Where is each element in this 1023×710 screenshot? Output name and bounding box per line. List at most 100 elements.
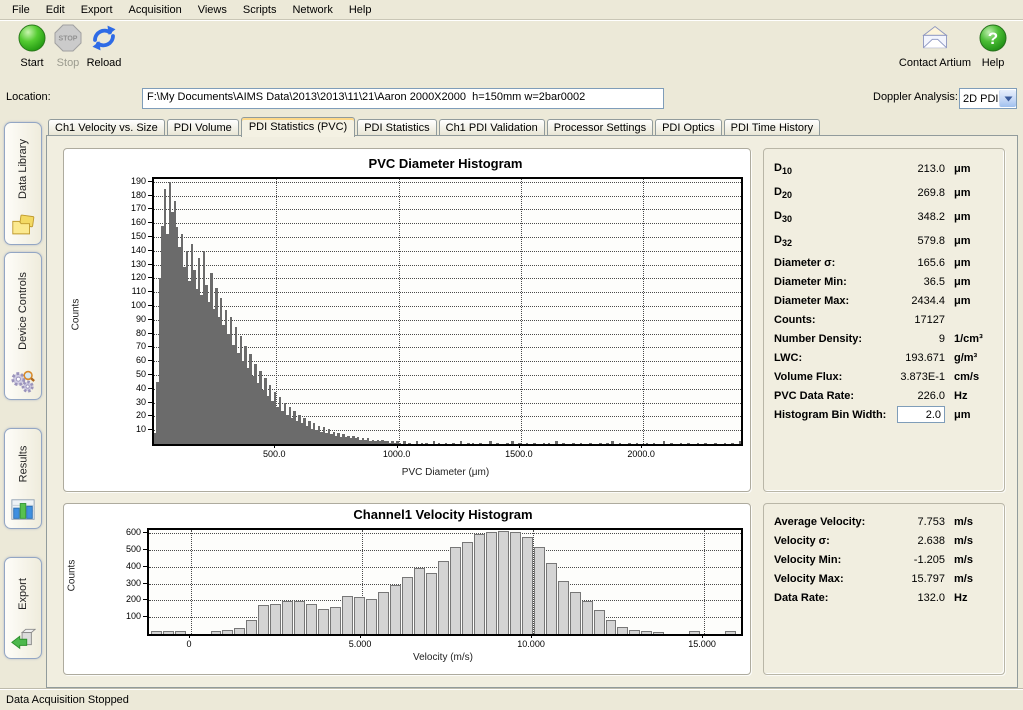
stat-unit: Hz: [945, 592, 994, 604]
menu-item-edit[interactable]: Edit: [38, 2, 73, 18]
tab-pdi-optics[interactable]: PDI Optics: [655, 119, 722, 136]
x-tick-label: 15.000: [672, 639, 732, 649]
gridline-h: [154, 347, 741, 348]
stat-label: PVC Data Rate:: [774, 390, 881, 402]
help-button[interactable]: ? Help: [970, 23, 1016, 69]
location-input[interactable]: F:\My Documents\AIMS Data\2013\2013\11\2…: [142, 88, 664, 109]
tab-ch1-velocity-vs-size[interactable]: Ch1 Velocity vs. Size: [48, 119, 165, 136]
histogram-bar: [558, 581, 569, 634]
y-tick-label: 50: [116, 369, 146, 379]
sidebar-item-results[interactable]: Results: [4, 428, 42, 529]
tab-pdi-volume[interactable]: PDI Volume: [167, 119, 239, 136]
histogram-bar: [246, 620, 257, 634]
stat-row-diameter-min: Diameter Min:36.5μm: [764, 272, 1004, 291]
histogram-bar: [390, 585, 401, 634]
menu-item-export[interactable]: Export: [73, 2, 121, 18]
sidebar-item-data-library[interactable]: Data Library: [4, 122, 42, 245]
reload-icon: [89, 23, 119, 53]
y-tick-label: 120: [116, 272, 146, 282]
stat-label: D20: [774, 186, 881, 200]
histogram-bar: [270, 604, 281, 634]
sidebar-item-device-controls[interactable]: Device Controls: [4, 252, 42, 400]
stat-row-velocity-min: Velocity Min:-1.205m/s: [764, 550, 1004, 569]
stat-row-d30: D30348.2μm: [764, 205, 1004, 229]
gridline-h: [154, 278, 741, 279]
histogram-bar: [546, 563, 557, 634]
histogram-bar: [511, 441, 513, 444]
histogram-bar: [408, 443, 410, 444]
histogram-bar: [606, 443, 608, 444]
gears-magnifier-icon: [10, 368, 36, 394]
gridline-v: [399, 179, 400, 444]
stat-label: Average Velocity:: [774, 516, 881, 528]
sidebar-item-export[interactable]: Export: [4, 557, 42, 659]
histogram-bar: [211, 631, 222, 634]
histogram-bar: [445, 443, 447, 444]
menu-item-acquisition[interactable]: Acquisition: [121, 2, 190, 18]
doppler-analysis-select[interactable]: 2D PDI: [959, 88, 1017, 109]
tab-pdi-time-history[interactable]: PDI Time History: [724, 119, 821, 136]
tab-pdi-statistics[interactable]: PDI Statistics: [357, 119, 436, 136]
stat-value: 2434.4: [881, 295, 945, 307]
y-tick-label: 170: [116, 203, 146, 213]
y-axis-label: Counts: [66, 560, 77, 592]
sidebar-label-device-controls: Device Controls: [17, 272, 29, 350]
histogram-bar: [222, 630, 233, 634]
gridline-v: [704, 530, 705, 634]
histogram-bar: [438, 561, 449, 634]
dropdown-button[interactable]: [999, 90, 1016, 107]
y-tick-label: 130: [116, 259, 146, 269]
y-tick-label: 400: [111, 561, 141, 571]
histogram-bar: [589, 443, 591, 444]
y-tick-label: 110: [116, 286, 146, 296]
histogram-bar: [599, 443, 601, 444]
reload-button[interactable]: Reload: [74, 23, 134, 69]
gridline-h: [154, 292, 741, 293]
menu-item-scripts[interactable]: Scripts: [235, 2, 285, 18]
histogram-bar: [629, 630, 640, 634]
stat-label: Velocity σ:: [774, 535, 881, 547]
menu-item-help[interactable]: Help: [341, 2, 380, 18]
histogram-bar: [582, 601, 593, 634]
menu-item-file[interactable]: File: [4, 2, 38, 18]
stat-label: Velocity Max:: [774, 573, 881, 585]
histogram-bar: [533, 443, 535, 444]
histogram-bar: [510, 532, 521, 634]
tab-ch1-pdi-validation[interactable]: Ch1 PDI Validation: [439, 119, 545, 136]
y-tick-label: 300: [111, 578, 141, 588]
stat-value: 213.0: [881, 163, 945, 175]
stat-value: 7.753: [881, 516, 945, 528]
stat-unit: cm/s: [945, 371, 994, 383]
stat-label: Diameter Max:: [774, 295, 881, 307]
folders-icon: [10, 213, 36, 239]
histogram-bar: [617, 627, 628, 634]
stat-label: Data Rate:: [774, 592, 881, 604]
histogram-bin-width-input[interactable]: [897, 406, 945, 423]
y-tick-label: 30: [116, 397, 146, 407]
contact-artium-button[interactable]: Contact Artium: [896, 23, 974, 69]
stat-unit: m/s: [945, 516, 994, 528]
stat-value: 2.638: [881, 535, 945, 547]
histogram-bar: [399, 443, 401, 444]
tab-pdi-statistics-pvc[interactable]: PDI Statistics (PVC): [241, 117, 355, 137]
contact-artium-label: Contact Artium: [899, 57, 971, 69]
velocity-histogram-panel: Channel1 Velocity Histogram Counts Veloc…: [63, 503, 751, 675]
menu-item-network[interactable]: Network: [284, 2, 340, 18]
stat-row-counts: Counts:17127: [764, 310, 1004, 329]
stat-row-lwc: LWC:193.671g/m³: [764, 348, 1004, 367]
stat-value: 348.2: [881, 211, 945, 223]
help-icon: ?: [978, 23, 1008, 53]
histogram-bar: [450, 547, 461, 634]
histogram-bar: [534, 547, 545, 634]
tab-processor-settings[interactable]: Processor Settings: [547, 119, 653, 136]
chevron-down-icon: [1004, 96, 1013, 102]
x-tick-label: 500.0: [244, 449, 304, 459]
stat-unit: μm: [945, 276, 994, 288]
y-tick-label: 40: [116, 383, 146, 393]
stat-row-histogram-bin-width: Histogram Bin Width:μm: [764, 405, 1004, 424]
stat-value: 193.671: [881, 352, 945, 364]
menu-item-views[interactable]: Views: [190, 2, 235, 18]
chart-title: Channel1 Velocity Histogram: [147, 507, 739, 522]
ch1-velocity-histogram-chart: Channel1 Velocity Histogram Counts Veloc…: [64, 504, 750, 674]
histogram-bar: [606, 620, 617, 634]
